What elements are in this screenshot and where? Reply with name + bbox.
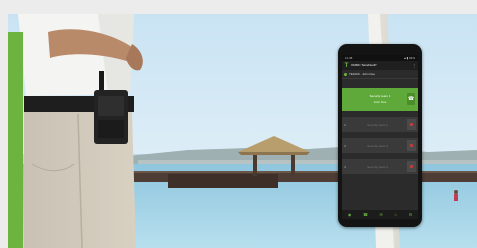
group-slot-2[interactable]: 2 Security team 2 — [342, 117, 418, 132]
slot-label: Security team 3 — [367, 143, 388, 148]
slot-label: Security team 2 — [367, 122, 388, 127]
phone-icon[interactable]: ☎ — [407, 93, 415, 105]
settings-icon[interactable]: ⚙ — [409, 210, 413, 219]
end-call-icon[interactable] — [407, 161, 416, 172]
home-icon[interactable]: ⌂ — [395, 210, 397, 219]
active-group-call[interactable]: Security team 1 John Doe ☎ — [342, 88, 418, 111]
app-title: OMMC TetraFlexIP — [351, 63, 377, 67]
message-icon[interactable]: ✉ — [380, 210, 383, 219]
end-call-icon[interactable] — [407, 119, 416, 130]
group-slot-3[interactable]: 3 Security team 3 — [342, 138, 418, 153]
green-accent-bar — [8, 32, 23, 248]
user-row: TE1000 · John Doe — [342, 70, 418, 79]
end-call-icon[interactable] — [407, 140, 416, 151]
smartphone: 11:48 ▲▮ 92% T OMMC TetraFlexIP ⋮ TE1000… — [338, 44, 422, 227]
kebab-menu-icon[interactable]: ⋮ — [412, 61, 416, 70]
slot-label: Security team 4 — [367, 164, 388, 169]
call-icon[interactable]: ☎ — [363, 210, 368, 219]
group-slot-4[interactable]: 4 Security team 4 — [342, 159, 418, 174]
online-status-icon — [344, 72, 347, 76]
user-info: TE1000 · John Doe — [349, 72, 376, 76]
bottom-nav: ◉ ☎ ✉ ⌂ ⚙ — [342, 210, 418, 219]
radio-icon[interactable]: ◉ — [348, 210, 352, 219]
app-header: T OMMC TetraFlexIP ⋮ — [342, 61, 418, 70]
app-logo-icon: T — [344, 62, 349, 69]
phone-screen: 11:48 ▲▮ 92% T OMMC TetraFlexIP ⋮ TE1000… — [342, 55, 418, 219]
